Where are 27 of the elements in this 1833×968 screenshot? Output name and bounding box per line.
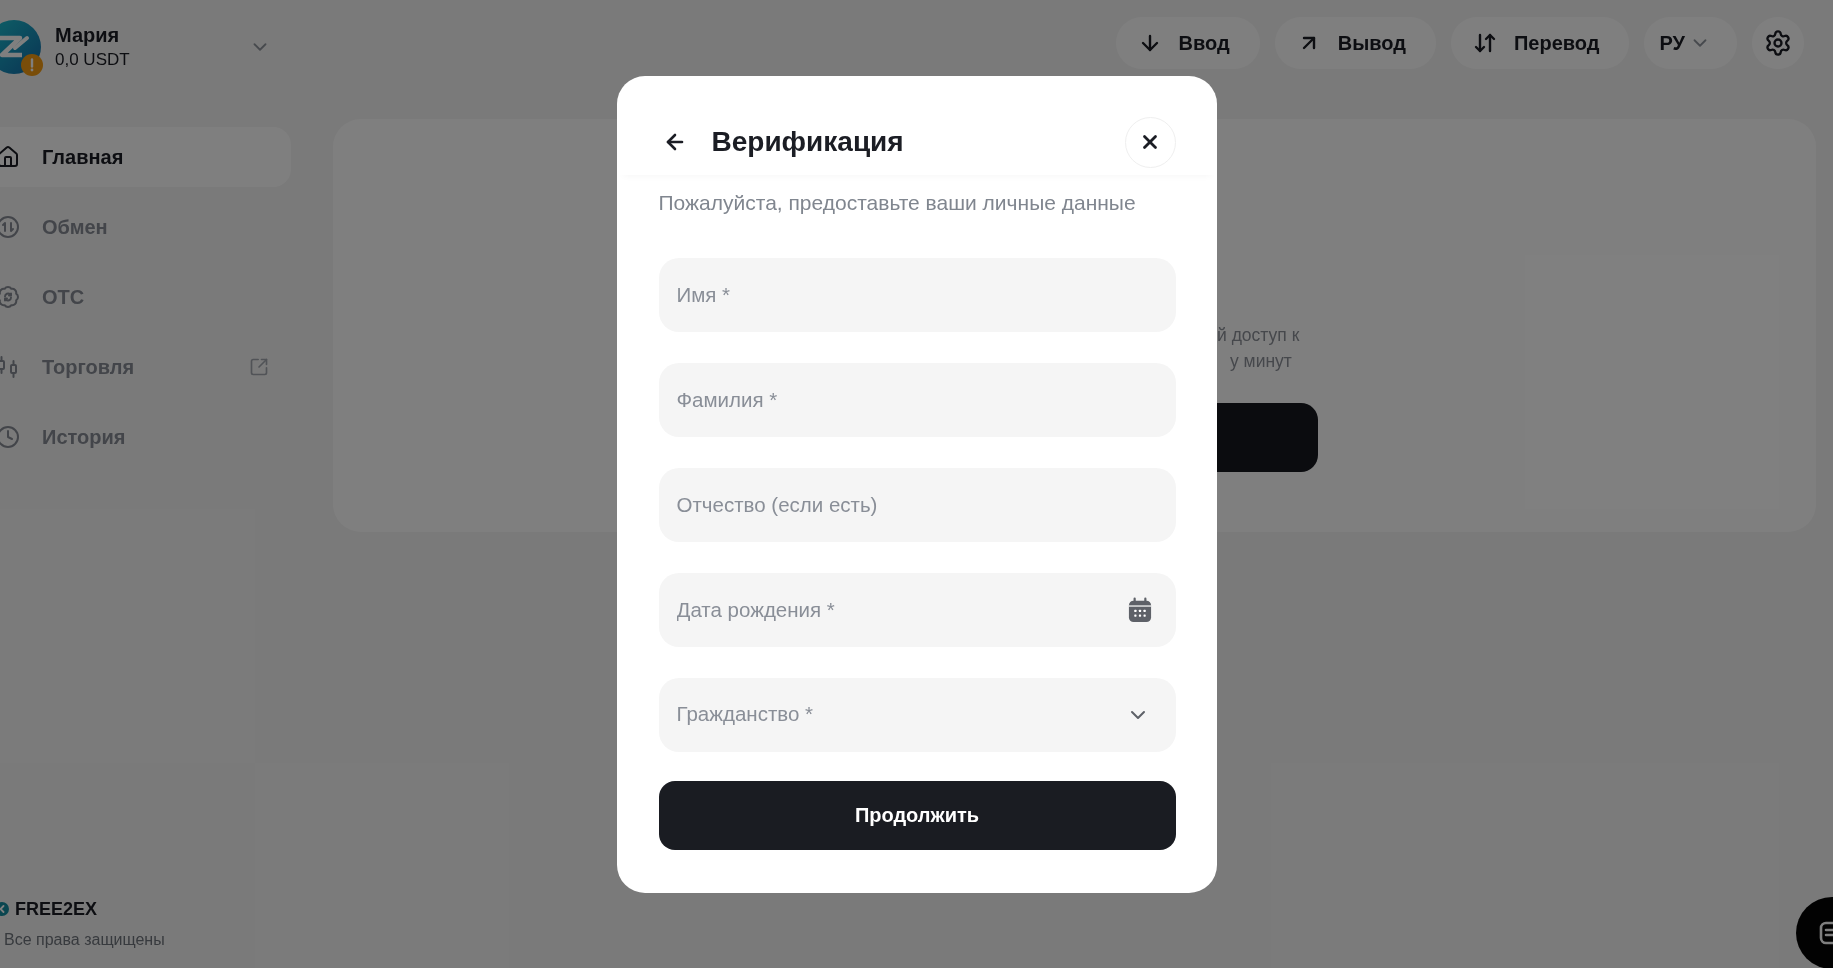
action-pill-button[interactable]: Ввод: [1115, 17, 1260, 69]
date-input-field[interactable]: Дата рождения *: [658, 572, 1176, 647]
user-name: Мария: [55, 23, 120, 48]
arrows-down-up-icon: [1472, 31, 1497, 55]
home-icon: [0, 145, 20, 169]
input-field[interactable]: Фамилия *: [658, 362, 1176, 437]
brand-name: FREE2EX: [15, 898, 98, 921]
continue-button[interactable]: Продолжить: [658, 780, 1176, 850]
badge-arrows-icon: [0, 285, 20, 309]
sidebar-item[interactable]: Главная: [0, 127, 291, 187]
candlestick-icon: [0, 355, 20, 379]
settings-button[interactable]: [1752, 17, 1804, 69]
dialog-subtitle: Пожалуйста, предоставьте ваши личные данные: [658, 189, 1136, 216]
action-pill-button[interactable]: Вывод: [1274, 17, 1436, 69]
language-selector[interactable]: РУ: [1644, 17, 1737, 69]
user-balance: 0,0 USDT: [55, 49, 130, 71]
card-text: у минут: [1230, 350, 1292, 373]
copyright-text: Все права защищены: [4, 930, 165, 950]
input-field[interactable]: Имя *: [658, 257, 1176, 332]
input-field[interactable]: Отчество (если есть): [658, 467, 1176, 542]
dropdown-field[interactable]: Гражданство *: [658, 677, 1176, 752]
exchange-arrows-icon: [0, 215, 20, 239]
history-clock-icon: [0, 425, 20, 449]
dialog-title: Верификация: [711, 125, 904, 159]
action-pill-button[interactable]: Перевод: [1450, 17, 1630, 69]
card-text: й доступ к: [1217, 324, 1300, 347]
settings-icon: [1764, 29, 1792, 57]
